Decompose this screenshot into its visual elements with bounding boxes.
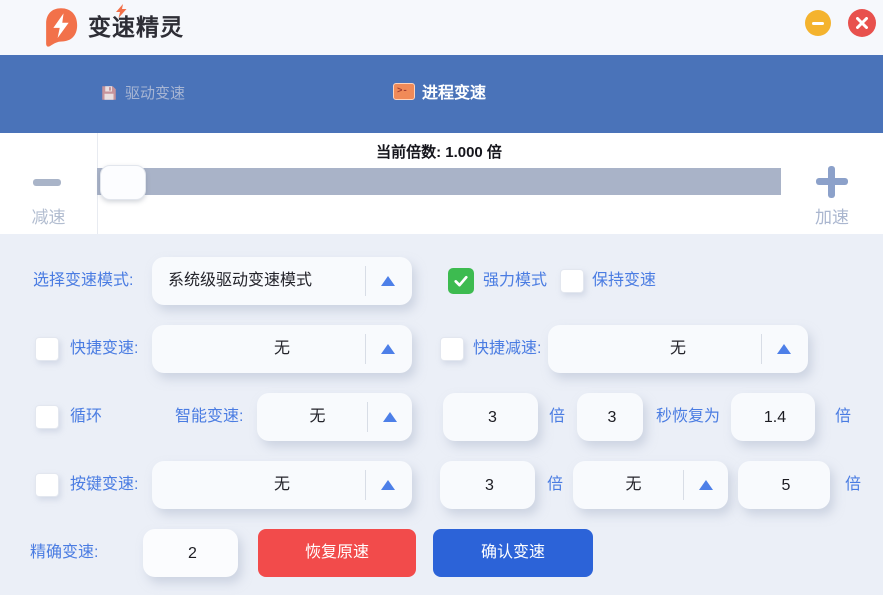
quick-slowdown-label: 快捷减速: [473, 325, 541, 373]
key-times2-input[interactable] [738, 461, 834, 511]
plus-icon[interactable] [816, 166, 848, 198]
quick-slowdown-select[interactable]: 无 [548, 325, 808, 373]
quick-speedup-value: 无 [152, 325, 412, 373]
precise-speed-field[interactable] [143, 529, 238, 577]
current-multiple-label: 当前倍数: 1.000 倍 [97, 141, 781, 162]
smart-restore-input[interactable] [731, 393, 819, 443]
dropdown-divider [367, 402, 368, 432]
loop-checkbox[interactable] [35, 405, 59, 429]
quick-speedup-select[interactable]: 无 [152, 325, 412, 373]
smart-seconds-input[interactable] [577, 393, 647, 443]
key-times-field[interactable] [440, 461, 535, 509]
precise-speed-label: 精确变速: [30, 529, 98, 577]
keep-speed-label: 保持变速 [592, 257, 656, 305]
triangle-up-icon[interactable] [699, 480, 713, 490]
tab-driver-label: 驱动变速 [125, 82, 185, 103]
precise-speed-input[interactable] [143, 529, 242, 579]
key-speed-select[interactable]: 无 [152, 461, 412, 509]
app-window: 变速精灵 驱动变速 >- 进程变速 [0, 0, 883, 595]
smart-times-input[interactable] [443, 393, 542, 443]
key-speed-value: 无 [152, 461, 412, 509]
dropdown-divider [365, 266, 366, 296]
close-button[interactable] [848, 9, 876, 37]
minimize-icon [812, 22, 824, 25]
loop-label: 循环 [70, 393, 102, 441]
close-icon [856, 17, 868, 29]
key-times-unit: 倍 [547, 461, 563, 509]
minimize-button[interactable] [805, 10, 831, 36]
checkmark-icon [452, 272, 470, 290]
smart-speed-select[interactable]: 无 [257, 393, 412, 441]
smart-speed-label: 智能变速: [175, 393, 243, 441]
smart-restore-field[interactable] [731, 393, 815, 441]
quick-speedup-checkbox[interactable] [35, 337, 59, 361]
quick-slowdown-value: 无 [548, 325, 808, 373]
key-times2-field[interactable] [738, 461, 830, 509]
triangle-up-icon[interactable] [381, 480, 395, 490]
confirm-speed-button[interactable]: 确认变速 [433, 529, 593, 577]
spark-icon [116, 4, 127, 18]
increase-button-label[interactable]: 加速 [799, 203, 865, 228]
quick-slowdown-checkbox[interactable] [440, 337, 464, 361]
speed-slider-thumb[interactable] [100, 165, 146, 200]
dropdown-divider [365, 470, 366, 500]
navbar: 驱动变速 >- 进程变速 [0, 55, 883, 133]
power-mode-label: 强力模式 [483, 257, 547, 305]
mode-select-label: 选择变速模式: [33, 257, 133, 305]
triangle-up-icon[interactable] [383, 412, 397, 422]
quick-speedup-label: 快捷变速: [70, 325, 138, 373]
smart-times-unit: 倍 [549, 393, 565, 441]
restore-speed-button[interactable]: 恢复原速 [258, 529, 416, 577]
smart-times-field[interactable] [443, 393, 538, 441]
dropdown-divider [761, 334, 762, 364]
key-speed-checkbox[interactable] [35, 473, 59, 497]
dropdown-divider [683, 470, 684, 500]
speed-slider-track[interactable] [97, 168, 781, 195]
minus-icon[interactable] [33, 179, 61, 186]
mode-select[interactable]: 系统级驱动变速模式 [152, 257, 412, 305]
smart-restore-unit: 倍 [835, 393, 851, 441]
tab-process-speed[interactable]: >- 进程变速 [393, 79, 486, 103]
key-binding-select[interactable]: 无 [573, 461, 728, 509]
app-title: 变速精灵 [88, 0, 184, 55]
floppy-disk-icon [100, 84, 118, 102]
mode-select-value: 系统级驱动变速模式 [152, 257, 412, 305]
triangle-up-icon[interactable] [777, 344, 791, 354]
tab-driver-speed[interactable]: 驱动变速 [100, 82, 185, 103]
power-mode-checkbox[interactable] [448, 268, 474, 294]
app-logo-icon [44, 7, 78, 47]
triangle-up-icon[interactable] [381, 344, 395, 354]
smart-restore-label: 秒恢复为 [656, 393, 720, 441]
dropdown-divider [365, 334, 366, 364]
key-times2-unit: 倍 [845, 461, 861, 509]
decrease-button-label[interactable]: 减速 [0, 203, 97, 228]
terminal-icon: >- [393, 83, 415, 100]
key-times-input[interactable] [440, 461, 539, 511]
smart-seconds-field[interactable] [577, 393, 643, 441]
keep-speed-checkbox[interactable] [560, 269, 584, 293]
speed-slider-section: 当前倍数: 1.000 倍 减速 加速 [0, 133, 883, 234]
titlebar: 变速精灵 [0, 0, 883, 55]
key-speed-label: 按键变速: [70, 461, 138, 509]
tab-process-label: 进程变速 [422, 79, 486, 103]
triangle-up-icon[interactable] [381, 276, 395, 286]
